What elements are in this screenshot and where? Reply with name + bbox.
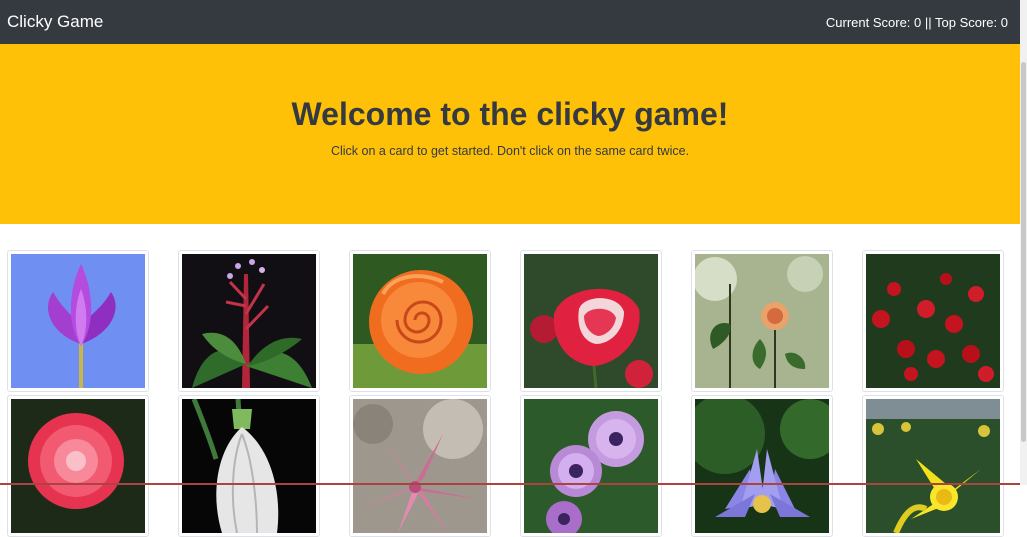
- water-lily-image: [695, 399, 829, 533]
- wild-flowers-image: [695, 254, 829, 388]
- pink-daisy-image: [11, 399, 145, 533]
- flower-card[interactable]: [349, 250, 491, 392]
- flower-card[interactable]: [862, 250, 1004, 392]
- flower-card[interactable]: [178, 250, 320, 392]
- daffodil-image: [866, 399, 1000, 533]
- page-scrollbar[interactable]: [1020, 0, 1027, 485]
- flower-card[interactable]: [7, 395, 149, 537]
- flower-card[interactable]: [691, 395, 833, 537]
- bromeliad-image: [182, 254, 316, 388]
- snowdrop-image: [182, 399, 316, 533]
- flower-card[interactable]: [7, 250, 149, 392]
- flower-card[interactable]: [520, 250, 662, 392]
- flower-card[interactable]: [520, 395, 662, 537]
- rose-bush-image: [866, 254, 1000, 388]
- flower-card[interactable]: [691, 250, 833, 392]
- flower-card[interactable]: [349, 395, 491, 537]
- osteospermum-image: [524, 399, 658, 533]
- scrollbar-thumb[interactable]: [1021, 62, 1026, 442]
- red-rose-image: [524, 254, 658, 388]
- page-subtitle: Click on a card to get started. Don't cl…: [330, 144, 690, 158]
- flower-card[interactable]: [862, 395, 1004, 537]
- brand-title[interactable]: Clicky Game: [7, 12, 103, 32]
- jumbotron: Welcome to the clicky game! Click on a c…: [0, 44, 1020, 224]
- navbar: Clicky Game Current Score: 0 || Top Scor…: [0, 0, 1020, 44]
- flower-card[interactable]: [178, 395, 320, 537]
- purple-tulip-image: [11, 254, 145, 388]
- orange-rose-image: [353, 254, 487, 388]
- page-title: Welcome to the clicky game!: [291, 96, 729, 132]
- score-display: Current Score: 0 || Top Score: 0: [825, 14, 1008, 30]
- pink-lily-image: [353, 399, 487, 533]
